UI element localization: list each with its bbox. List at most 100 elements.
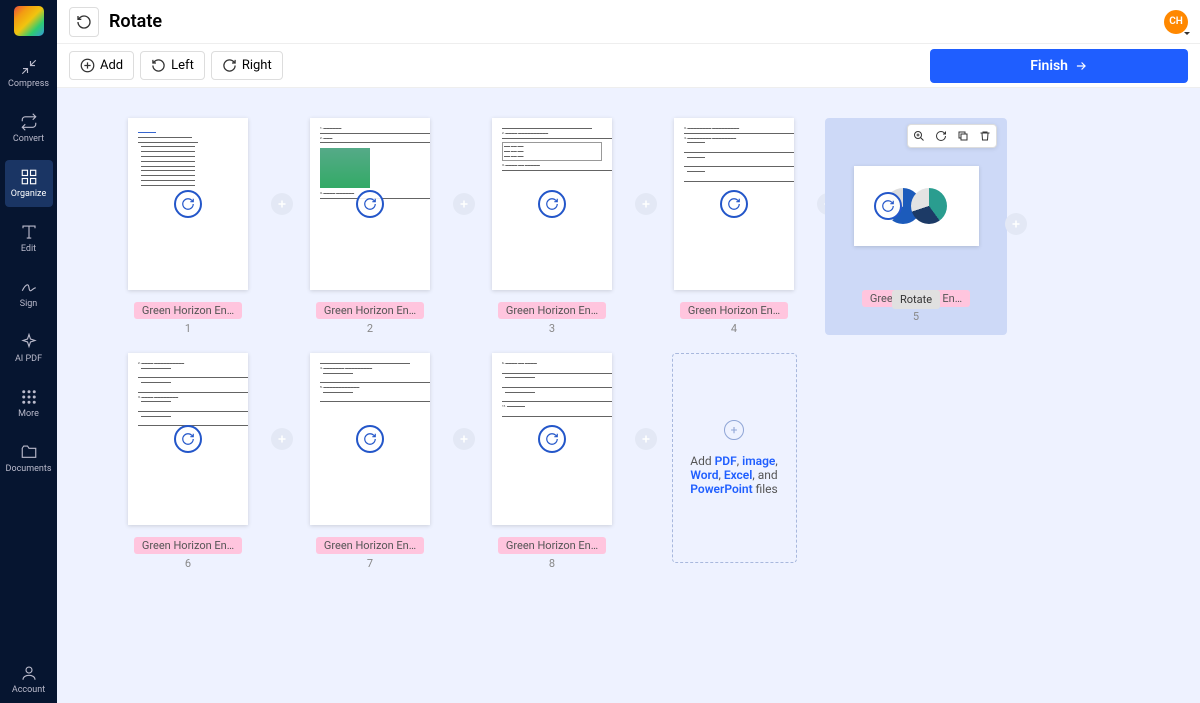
sidebar-item-compress[interactable]: Compress — [0, 50, 57, 97]
thumb-image — [854, 166, 979, 246]
sidebar-label: AI PDF — [15, 354, 42, 364]
toolbar: Add Left Right Finish — [57, 44, 1200, 88]
sidebar-label: Edit — [21, 244, 36, 254]
page-thumbnail[interactable]: 2. ▬▬▬▬ ▬▬▬▬▬▬▬▬▬▬ ▬▬▬▬▬▬▬▬▬▬ ▬▬▬▬▬▬▬▬▬▬… — [97, 353, 279, 570]
thumb-image: ▬▬▬▬▬▬▬▬▬▬▬▬▬▬▬▬▬▬▬▬▬▬▬▬▬▬▬▬▬▬4. ▬▬▬▬▬▬▬… — [310, 353, 430, 525]
add-files-dropzone-slot: + Add PDF, image, Word, Excel, and Power… — [643, 353, 825, 570]
page-number: 4 — [731, 322, 737, 335]
finish-button[interactable]: Finish — [930, 49, 1188, 83]
add-files-dropzone[interactable]: + Add PDF, image, Word, Excel, and Power… — [672, 353, 797, 563]
rotate-overlay-icon[interactable] — [874, 192, 902, 220]
app-logo[interactable] — [14, 6, 44, 36]
page-label: Green Horizon En… — [498, 537, 606, 554]
ai-icon — [20, 333, 38, 351]
add-button[interactable]: Add — [69, 51, 134, 80]
convert-icon — [20, 113, 38, 131]
page-label: Green Horizon En… — [316, 302, 424, 319]
thumb-image: 1. ▬▬▬▬▬▬▬▬▬▬▬▬▬▬▬▬▬▬▬▬▬▬▬▬▬▬▬▬▬▬▬▬▬▬▬▬▬… — [310, 118, 430, 290]
dropzone-text: Add PDF, image, Word, Excel, and PowerPo… — [683, 454, 786, 496]
page-label: Green Horizon En… — [498, 302, 606, 319]
page-thumbnail[interactable]: ▬▬▬▬▬▬▬▬▬▬▬▬▬▬▬▬▬▬▬▬▬▬▬▬▬▬▬▬▬▬4. ▬▬▬▬▬▬▬… — [279, 353, 461, 570]
sidebar-label: Organize — [11, 189, 46, 199]
insert-between-button[interactable] — [1005, 213, 1027, 235]
rotate-overlay-icon[interactable] — [538, 425, 566, 453]
delete-action[interactable] — [974, 125, 996, 147]
sidebar-label: More — [18, 409, 39, 419]
button-label: Left — [171, 58, 194, 73]
rotate-overlay-icon[interactable] — [356, 425, 384, 453]
sidebar-item-sign[interactable]: Sign — [0, 270, 57, 317]
account-icon — [20, 664, 38, 682]
page-thumbnail-selected[interactable]: Rotate Green Horizon En… 5 — [825, 118, 1007, 335]
button-label: Add — [100, 58, 123, 73]
documents-icon — [20, 443, 38, 461]
sidebar-label: Sign — [20, 299, 38, 309]
rotate-left-icon — [151, 58, 166, 73]
plus-circle-icon: + — [724, 420, 744, 440]
rotate-overlay-icon[interactable] — [356, 190, 384, 218]
sidebar-label: Convert — [13, 134, 44, 144]
duplicate-action[interactable] — [952, 125, 974, 147]
rotate-overlay-icon[interactable] — [720, 190, 748, 218]
button-label: Right — [242, 58, 272, 73]
sidebar-item-account[interactable]: Account — [0, 656, 57, 703]
rotate-right-button[interactable]: Right — [211, 51, 283, 80]
page-label: Green Horizon En… — [680, 302, 788, 319]
header: Rotate CH — [57, 0, 1200, 44]
page-grid: ▬▬▬▬▬▬▬▬▬▬▬▬▬▬▬▬▬▬▬▬▬▬▬▬▬▬▬▬▬▬▬▬▬▬▬▬▬▬▬▬… — [97, 118, 1160, 588]
undo-icon — [76, 14, 92, 30]
sidebar-item-aipdf[interactable]: AI PDF — [0, 325, 57, 372]
sidebar-label: Compress — [8, 79, 49, 89]
page-number: 2 — [367, 322, 373, 335]
compress-icon — [20, 58, 38, 76]
page-number: 1 — [185, 322, 191, 335]
rotate-left-button[interactable]: Left — [140, 51, 205, 80]
sidebar-item-convert[interactable]: Convert — [0, 105, 57, 152]
page-number: 3 — [549, 322, 555, 335]
page-label: Green Horizon En… — [134, 537, 242, 554]
plus-circle-icon — [80, 58, 95, 73]
page-label: Green Horizon En… — [316, 537, 424, 554]
sidebar-item-organize[interactable]: Organize — [5, 160, 53, 207]
sidebar-item-edit[interactable]: Edit — [0, 215, 57, 262]
thumb-image: 3. ▬▬▬▬▬▬▬▬ ▬▬▬▬▬▬▬▬▬▬▬▬▬▬▬▬▬▬▬▬▬▬▬▬▬▬▬▬… — [674, 118, 794, 290]
page-thumbnail[interactable]: 1. ▬▬▬▬▬▬▬▬▬▬▬▬▬▬▬▬▬▬▬▬▬▬▬▬▬▬▬▬▬▬▬▬▬▬▬▬▬… — [279, 118, 461, 335]
sign-icon — [20, 278, 38, 296]
thumb-image: ▬▬▬▬▬▬▬▬▬▬▬▬▬▬▬▬▬▬▬▬▬▬▬▬▬▬▬▬▬▬▬▬▬▬▬▬▬▬▬▬… — [128, 118, 248, 290]
organize-icon — [20, 168, 38, 186]
page-label: Green Horizon En… — [134, 302, 242, 319]
user-avatar[interactable]: CH — [1164, 10, 1188, 34]
thumb-image: 2. ▬▬▬▬ ▬▬▬▬▬▬▬▬▬▬ ▬▬▬▬▬▬▬▬▬▬ ▬▬▬▬▬▬▬▬▬▬… — [128, 353, 248, 525]
thumb-image: ▬▬▬▬▬▬▬▬▬▬▬▬▬▬▬▬▬▬▬▬▬▬▬▬▬▬▬▬▬▬2. ▬▬▬▬ ▬▬… — [492, 118, 612, 290]
edit-icon — [20, 223, 38, 241]
page-number: 6 — [185, 557, 191, 570]
arrow-right-icon — [1074, 59, 1088, 73]
rotate-overlay-icon[interactable] — [538, 190, 566, 218]
more-icon — [20, 388, 38, 406]
page-number: 7 — [367, 557, 373, 570]
sidebar-item-more[interactable]: More — [0, 380, 57, 427]
page-thumbnail[interactable]: ▬▬▬▬▬▬▬▬▬▬▬▬▬▬▬▬▬▬▬▬▬▬▬▬▬▬▬▬▬▬▬▬▬▬▬▬▬▬▬▬… — [97, 118, 279, 335]
page-number: 8 — [549, 557, 555, 570]
button-label: Finish — [1030, 58, 1068, 74]
page-thumbnail[interactable]: 6. ▬▬▬▬ ▬▬ ▬▬▬▬ ▬▬▬▬▬▬▬▬▬▬▬▬▬▬▬▬▬▬▬▬▬▬▬▬… — [461, 353, 643, 570]
thumb-image: 6. ▬▬▬▬ ▬▬ ▬▬▬▬ ▬▬▬▬▬▬▬▬▬▬▬▬▬▬▬▬▬▬▬▬▬▬▬▬… — [492, 353, 612, 525]
page-thumbnail[interactable]: 3. ▬▬▬▬▬▬▬▬ ▬▬▬▬▬▬▬▬▬▬▬▬▬▬▬▬▬▬▬▬▬▬▬▬▬▬▬▬… — [643, 118, 825, 335]
sidebar-item-documents[interactable]: Documents — [0, 435, 57, 482]
rotate-overlay-icon[interactable] — [174, 190, 202, 218]
workspace: ▬▬▬▬▬▬▬▬▬▬▬▬▬▬▬▬▬▬▬▬▬▬▬▬▬▬▬▬▬▬▬▬▬▬▬▬▬▬▬▬… — [57, 88, 1200, 703]
rotate-right-icon — [222, 58, 237, 73]
sidebar: Compress Convert Organize Edit Sign AI P… — [0, 0, 57, 703]
page-title: Rotate — [109, 11, 162, 32]
main: Rotate CH Add Left Right Finish ▬▬▬▬▬▬▬▬… — [57, 0, 1200, 703]
back-button[interactable] — [69, 7, 99, 37]
zoom-action[interactable] — [908, 125, 930, 147]
page-thumbnail[interactable]: ▬▬▬▬▬▬▬▬▬▬▬▬▬▬▬▬▬▬▬▬▬▬▬▬▬▬▬▬▬▬2. ▬▬▬▬ ▬▬… — [461, 118, 643, 335]
rotate-tooltip: Rotate — [892, 290, 940, 309]
sidebar-label: Documents — [6, 464, 52, 474]
page-actions-bar — [907, 124, 997, 148]
rotate-action[interactable] — [930, 125, 952, 147]
rotate-overlay-icon[interactable] — [174, 425, 202, 453]
sidebar-label: Account — [12, 685, 45, 695]
page-number: 5 — [913, 310, 919, 323]
